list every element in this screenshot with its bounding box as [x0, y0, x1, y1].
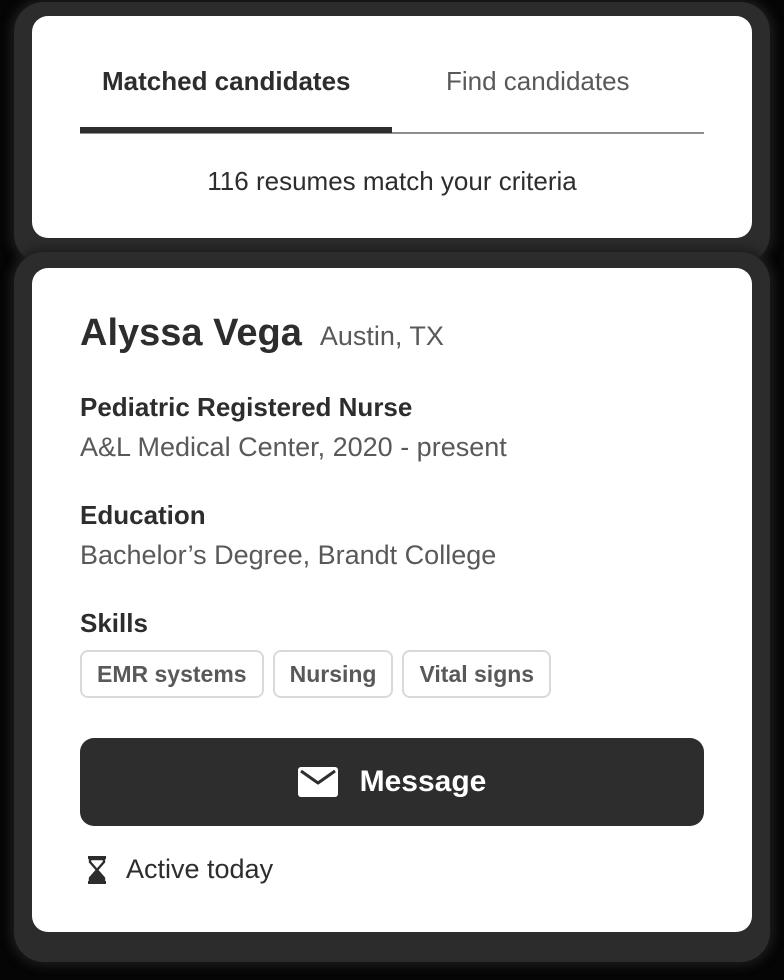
tab-matched-candidates[interactable]: Matched candidates	[80, 16, 392, 133]
education-detail: Bachelor’s Degree, Brandt College	[80, 540, 497, 570]
education-heading: Education	[80, 500, 206, 530]
skills-heading: Skills	[80, 608, 148, 638]
result-count: 116 resumes match your criteria	[207, 166, 577, 196]
tab-find-candidates[interactable]: Find candidates	[392, 16, 704, 130]
skills-list: EMR systems Nursing Vital signs	[80, 650, 552, 698]
candidates-tabs-card: Matched candidates Find candidates 116 r…	[32, 16, 752, 238]
skill-chip: EMR systems	[80, 650, 264, 698]
candidate-name: Alyssa Vega	[80, 312, 302, 354]
skill-chip: Vital signs	[402, 650, 552, 698]
job-title: Pediatric Registered Nurse	[80, 392, 413, 422]
activity-status: Active today	[88, 854, 273, 885]
activity-status-text: Active today	[126, 854, 274, 884]
screen: Matched candidates Find candidates 116 r…	[0, 0, 784, 980]
job-employer: A&L Medical Center, 2020 - present	[80, 432, 507, 462]
tab-bar: Matched candidates Find candidates	[80, 16, 704, 134]
skill-chip: Nursing	[272, 650, 394, 698]
candidate-location: Austin, TX	[319, 321, 444, 351]
mail-icon	[297, 767, 338, 797]
hourglass-icon	[88, 855, 106, 884]
candidate-header: Alyssa Vega Austin, TX	[80, 312, 444, 355]
message-button-label: Message	[359, 765, 487, 798]
candidate-card[interactable]: Alyssa Vega Austin, TX Pediatric Registe…	[32, 268, 752, 932]
message-button[interactable]: Message	[80, 738, 704, 826]
